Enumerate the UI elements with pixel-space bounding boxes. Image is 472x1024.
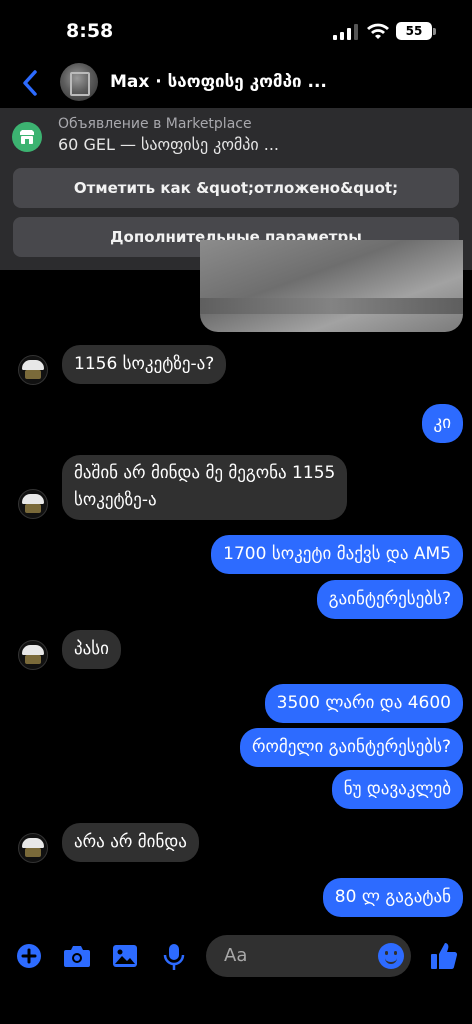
cellular-signal-icon (333, 24, 358, 40)
message-bubble-out[interactable]: გაინტერესებს? (316, 580, 463, 619)
message-bubble-out[interactable]: 3500 ლარი და 4600 (264, 684, 463, 723)
chevron-left-icon[interactable] (18, 68, 42, 98)
message-bubble-out[interactable]: ნუ დავაკლებ (331, 770, 463, 809)
shared-photo[interactable] (200, 240, 463, 332)
wifi-icon (367, 23, 389, 39)
message-input-placeholder: Aa (224, 945, 248, 966)
message-bubble-out[interactable]: რომელი გაინტერესებს? (239, 728, 463, 767)
gallery-icon[interactable] (112, 943, 138, 969)
plus-icon[interactable] (16, 943, 42, 969)
microphone-icon[interactable] (162, 943, 186, 971)
message-bubble-in[interactable]: მაშინ არ მინდა მე მეგონა 1155 სოკეტზე-ა (62, 455, 348, 520)
status-time: 8:58 (66, 20, 114, 42)
message-bubble-in[interactable]: 1156 სოკეტზე-ა? (62, 345, 227, 384)
sender-avatar[interactable] (18, 489, 48, 519)
status-bar: 8:58 55 (0, 0, 472, 60)
marketplace-subtitle: Объявление в Marketplace (58, 116, 252, 132)
marketplace-shop-icon (12, 122, 42, 152)
sender-avatar[interactable] (18, 355, 48, 385)
message-bubble-out[interactable]: კი (421, 404, 463, 443)
conversation-title[interactable]: Max · საოფისე კომპი ... (110, 72, 410, 92)
thumbs-up-icon[interactable] (430, 941, 458, 971)
message-line: მაშინ არ მინდა მე მეგონა 1155 (74, 463, 336, 483)
mark-reserved-button[interactable]: Отметить как &quot;отложено&quot; (13, 168, 459, 208)
conversation-header: Max · საოფისე კომპი ... (0, 58, 472, 108)
sender-avatar[interactable] (18, 640, 48, 670)
marketplace-listing-title[interactable]: 60 GEL — საოფისე კომპი ... (58, 135, 279, 154)
emoji-icon[interactable] (378, 943, 404, 969)
message-bubble-in[interactable]: არა არ მინდა (62, 823, 199, 862)
camera-icon[interactable] (63, 943, 91, 969)
sender-avatar[interactable] (18, 833, 48, 863)
contact-avatar[interactable] (60, 63, 98, 101)
message-bubble-in[interactable]: პასი (62, 630, 121, 669)
message-input[interactable]: Aa (206, 935, 411, 977)
battery-level: 55 (396, 22, 432, 40)
battery-tip (433, 28, 436, 35)
message-bubble-out[interactable]: 80 ლ გაგატან (322, 878, 463, 917)
message-bubble-out[interactable]: 1700 სოკეტი მაქვს და AM5 (211, 535, 463, 574)
message-line: სოკეტზე-ა (74, 490, 157, 510)
